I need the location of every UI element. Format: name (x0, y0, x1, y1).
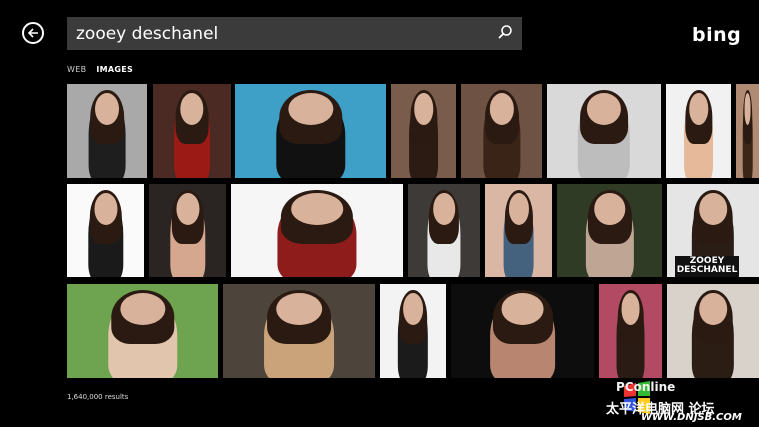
image-tile[interactable]: ZOOEY DESCHANEL (667, 184, 759, 277)
thumbnail-face (413, 93, 434, 126)
image-tile[interactable] (67, 184, 144, 277)
results-count: 1,640,000 results (67, 393, 129, 401)
thumbnail-face (621, 293, 640, 326)
thumbnail-face (699, 193, 727, 225)
search-input[interactable] (67, 17, 487, 50)
tab-images[interactable]: IMAGES (96, 65, 133, 74)
thumbnail-face (699, 293, 727, 326)
thumbnail-face (276, 293, 322, 326)
image-tile[interactable] (67, 84, 147, 178)
thumbnail-face (291, 193, 343, 225)
thumbnail-face (287, 93, 334, 126)
back-button[interactable] (22, 22, 44, 44)
thumbnail-face (433, 193, 455, 225)
thumbnail-face (501, 293, 544, 326)
image-tile[interactable] (235, 84, 386, 178)
image-tile[interactable] (231, 184, 403, 277)
arrow-left-icon (27, 24, 39, 43)
watermark-line3: WWW.DNJSB.COM (641, 412, 742, 423)
image-tile[interactable] (547, 84, 661, 178)
image-tile[interactable] (380, 284, 446, 378)
thumbnail-face (586, 93, 622, 126)
watermark-line1: PConline (616, 380, 676, 394)
image-tile[interactable] (736, 84, 759, 178)
tile-sign: ZOOEY DESCHANEL (675, 256, 739, 277)
image-tile[interactable] (599, 284, 662, 378)
image-tile[interactable] (153, 84, 231, 178)
tab-web[interactable]: WEB (67, 65, 86, 74)
image-tile[interactable] (451, 284, 594, 378)
thumbnail-face (744, 93, 751, 126)
thumbnail-face (593, 193, 626, 225)
thumbnail-face (95, 93, 119, 126)
image-tile[interactable] (408, 184, 480, 277)
image-tile[interactable] (391, 84, 456, 178)
image-tile[interactable] (461, 84, 542, 178)
image-tile[interactable] (149, 184, 226, 277)
image-tile[interactable] (666, 84, 731, 178)
thumbnail-face (489, 93, 514, 126)
watermark: PConline 太平洋电脑网 论坛 WWW.DNJSB.COM (596, 380, 756, 424)
search-icon (497, 24, 513, 44)
thumbnail-face (403, 293, 423, 326)
search-box (67, 17, 522, 50)
thumbnail-face (119, 293, 166, 326)
thumbnail-face (93, 193, 118, 225)
image-tile[interactable] (667, 284, 759, 378)
image-tile[interactable] (67, 284, 218, 378)
image-tile[interactable] (485, 184, 552, 277)
image-tile[interactable] (223, 284, 375, 378)
bing-logo[interactable]: bing (692, 24, 741, 46)
thumbnail-face (688, 93, 709, 126)
thumbnail-face (175, 193, 200, 225)
image-tile[interactable] (557, 184, 662, 277)
tile-sign-line: DESCHANEL (676, 265, 738, 275)
search-tabs: WEB IMAGES (67, 65, 133, 74)
thumbnail-face (508, 193, 529, 225)
search-button[interactable] (492, 21, 518, 47)
